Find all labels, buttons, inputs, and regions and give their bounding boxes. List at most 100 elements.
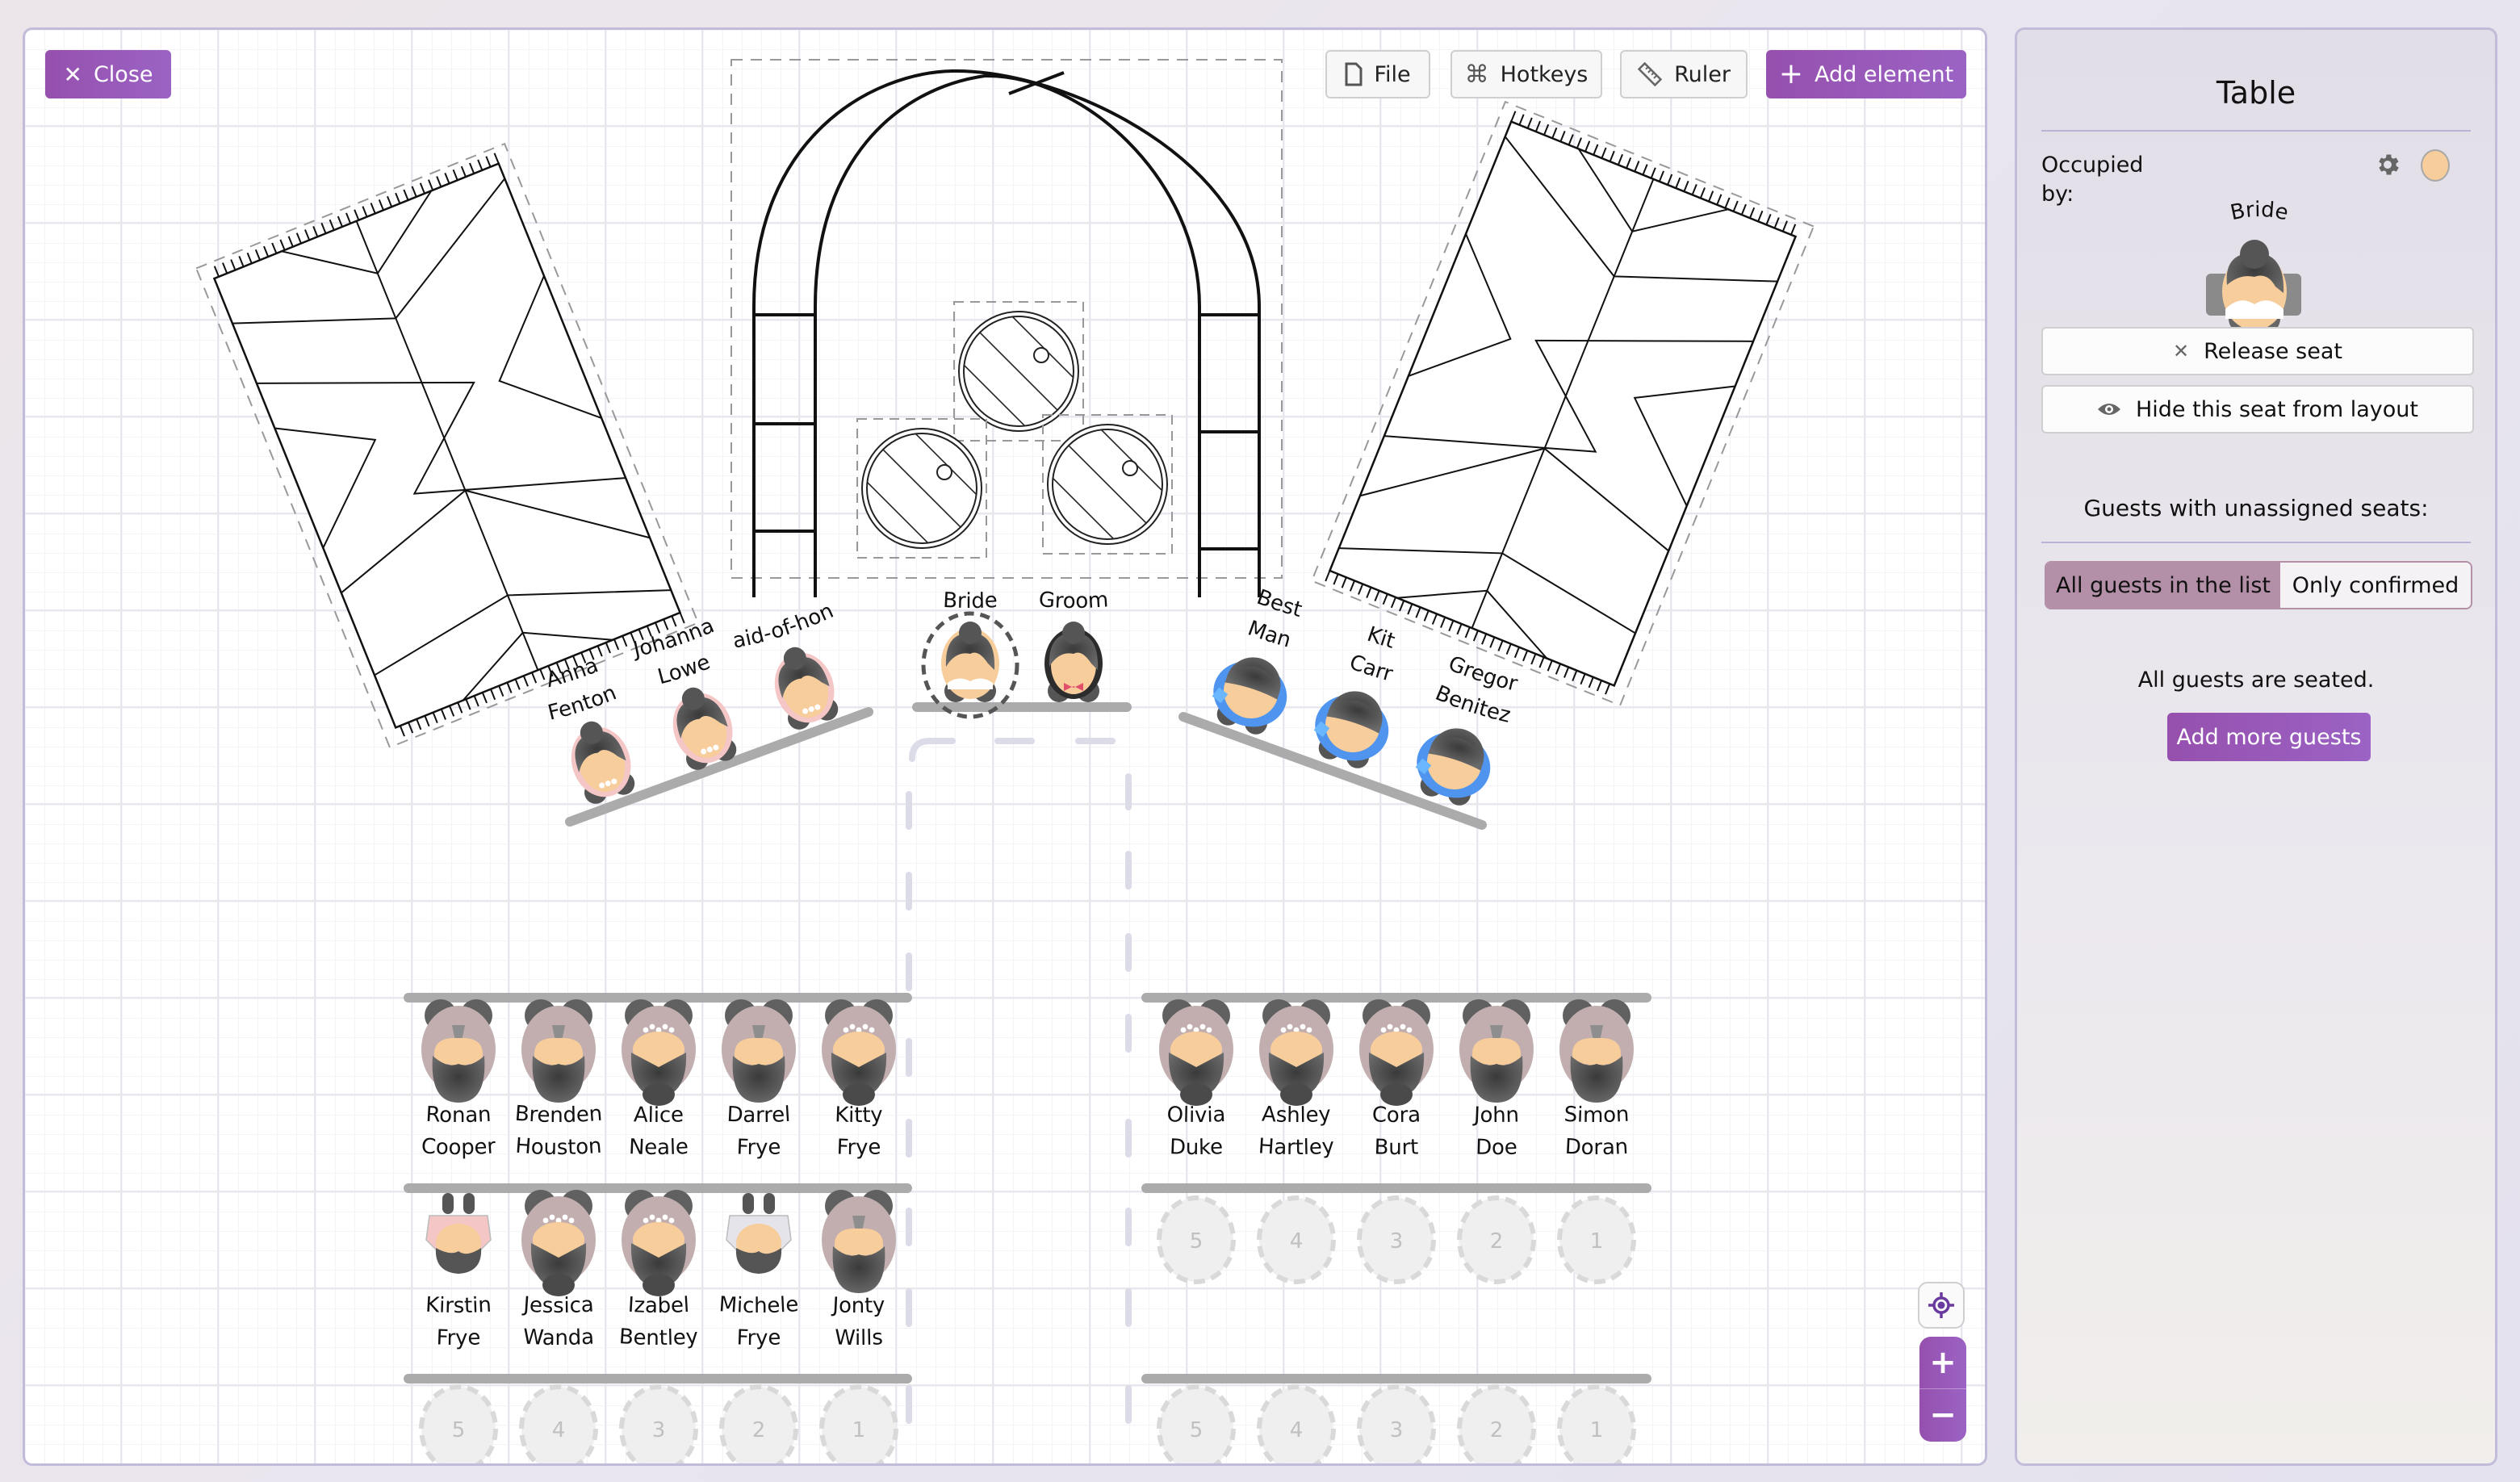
guest-seat[interactable]: 4 <box>519 1384 598 1466</box>
guest-first-name: Ashley <box>1261 1103 1331 1128</box>
guest-seat[interactable]: 1 <box>819 1384 898 1466</box>
rug[interactable] <box>1310 100 1815 707</box>
guest-last-name: Man <box>1245 616 1295 653</box>
guest-seat[interactable]: Kirstin Frye <box>402 1193 515 1350</box>
seat-number: 2 <box>1490 1418 1504 1442</box>
seat-number: 3 <box>652 1418 666 1442</box>
rug[interactable] <box>195 142 700 749</box>
ruler-button[interactable]: Ruler <box>1620 50 1748 98</box>
guest-seat[interactable]: Ashley Hartley <box>1240 999 1353 1160</box>
guest-seat[interactable]: 4 <box>1257 1384 1336 1466</box>
zoom-in-button[interactable]: + <box>1919 1337 1966 1389</box>
guest-filter-toggle: All guests in the list Only confirmed <box>2045 561 2472 609</box>
all-seated-message: All guests are seated. <box>2137 668 2375 693</box>
guest-seat[interactable]: Kitty Frye <box>802 999 915 1160</box>
guest-seat[interactable]: Bride <box>914 588 1027 719</box>
seat-number: 4 <box>552 1418 566 1442</box>
guest-seat[interactable]: Groom <box>1017 588 1130 702</box>
guest-first-name: Kirstin <box>425 1293 492 1318</box>
guest-seat[interactable]: 3 <box>619 1384 698 1466</box>
guest-seat[interactable]: 5 <box>1157 1195 1236 1284</box>
seating-canvas[interactable]: Anna Fenton Johanna Lowe Maid-of-honor Bride G… <box>23 27 1987 1466</box>
guest-first-name: Groom <box>1038 588 1109 613</box>
guest-seat[interactable]: 1 <box>1557 1195 1636 1284</box>
x-icon: ✕ <box>2173 340 2190 362</box>
guest-last-name: Bentley <box>618 1325 699 1350</box>
guest-last-name: Hartley <box>1258 1134 1335 1160</box>
guest-seat[interactable]: 4 <box>1257 1195 1336 1284</box>
guest-seat[interactable]: Simon Doran <box>1540 999 1653 1160</box>
filter-all-guests[interactable]: All guests in the list <box>2046 563 2280 608</box>
guest-seat[interactable]: JohannaLowe <box>616 609 743 774</box>
guest-first-name: Cora <box>1371 1103 1421 1128</box>
guest-last-name: Lowe <box>654 650 714 691</box>
guest-last-name: Frye <box>436 1325 481 1350</box>
guest-seat[interactable]: 2 <box>1457 1195 1536 1284</box>
hotkeys-button[interactable]: ⌘ Hotkeys <box>1450 50 1602 98</box>
recenter-button[interactable] <box>1918 1282 1965 1329</box>
guest-first-name: Jonty <box>831 1293 885 1318</box>
guest-seat[interactable]: Ronan Cooper <box>402 999 515 1160</box>
close-button[interactable]: ✕ Close <box>45 50 171 98</box>
guest-first-name: Brenden <box>514 1102 603 1128</box>
seat-number: 2 <box>752 1418 766 1442</box>
floor-plan[interactable]: AnnaFentonJohannaLoweMaid-of-honorBride G… <box>23 27 1987 1466</box>
guest-first-name: Darrel <box>726 1103 791 1128</box>
guest-seat[interactable]: Izabel Bentley <box>602 1190 715 1350</box>
add-element-button[interactable]: + Add element <box>1766 50 1966 98</box>
guest-seat[interactable]: 5 <box>419 1384 498 1466</box>
guest-seat[interactable]: Brenden Houston <box>502 999 615 1160</box>
guest-seat[interactable]: 3 <box>1357 1384 1436 1466</box>
guest-seat[interactable]: 5 <box>1157 1384 1236 1466</box>
guest-seat[interactable]: Darrel Frye <box>702 999 815 1160</box>
seat-number: 3 <box>1390 1229 1404 1254</box>
guest-seat[interactable]: Cora Burt <box>1340 999 1453 1160</box>
seat-number: 2 <box>1490 1229 1504 1254</box>
guest-last-name: Duke <box>1169 1135 1223 1160</box>
guest-seat[interactable]: Olivia Duke <box>1140 999 1253 1160</box>
seat-number: 3 <box>1390 1418 1404 1442</box>
file-icon <box>1345 62 1363 86</box>
occupied-by-label: Occupied by: <box>2041 153 2144 207</box>
close-icon: ✕ <box>63 61 82 88</box>
file-button[interactable]: File <box>1325 50 1430 98</box>
guest-seat[interactable]: 3 <box>1357 1195 1436 1284</box>
guest-first-name: Ronan <box>425 1103 492 1128</box>
guest-last-name: Houston <box>515 1134 603 1160</box>
guest-seat[interactable]: 2 <box>1457 1384 1536 1466</box>
seat-number: 1 <box>1590 1418 1604 1442</box>
zoom-out-button[interactable]: − <box>1919 1389 1966 1441</box>
guest-seat[interactable]: Michele Frye <box>702 1193 815 1350</box>
guest-first-name: John <box>1471 1103 1519 1128</box>
guest-last-name: Frye <box>736 1325 781 1350</box>
zoom-control: + − <box>1919 1337 1966 1442</box>
add-more-guests-button[interactable]: Add more guests <box>2167 713 2371 761</box>
guest-seat[interactable]: Jessica Wanda <box>502 1190 615 1350</box>
divider <box>2041 130 2471 132</box>
guest-last-name: Frye <box>836 1135 881 1160</box>
guest-seat[interactable]: Jonty Wills <box>802 1190 915 1350</box>
guest-seat[interactable]: Maid-of-honor <box>726 597 859 734</box>
guest-seat[interactable]: John Doe <box>1440 999 1553 1160</box>
filter-only-confirmed[interactable]: Only confirmed <box>2280 563 2471 608</box>
guest-seat[interactable]: Alice Neale <box>602 999 715 1160</box>
guest-last-name: Carr <box>1346 650 1397 688</box>
seat-number: 1 <box>852 1418 866 1442</box>
guest-last-name: Wills <box>835 1325 884 1350</box>
guest-last-name: Doran <box>1564 1135 1629 1160</box>
guest-first-name: Michele <box>718 1292 799 1318</box>
plus-icon: + <box>1778 57 1803 90</box>
eye-icon <box>2097 404 2120 415</box>
seat-number: 4 <box>1290 1229 1304 1254</box>
ruler-icon <box>1637 61 1663 87</box>
guest-seat[interactable]: GregorBenitez <box>1407 645 1541 812</box>
unassigned-heading: Guests with unassigned seats: <box>2083 495 2429 521</box>
guest-seat[interactable]: 1 <box>1557 1384 1636 1466</box>
release-seat-button[interactable]: ✕ Release seat <box>2041 327 2474 375</box>
seat-number: 5 <box>1190 1418 1203 1442</box>
skin-color-swatch[interactable] <box>2421 149 2450 182</box>
guest-seat[interactable]: KitCarr <box>1305 609 1438 774</box>
guest-seat[interactable]: 2 <box>719 1384 798 1466</box>
hide-seat-button[interactable]: Hide this seat from layout <box>2041 385 2474 433</box>
gear-icon[interactable] <box>2374 151 2401 178</box>
